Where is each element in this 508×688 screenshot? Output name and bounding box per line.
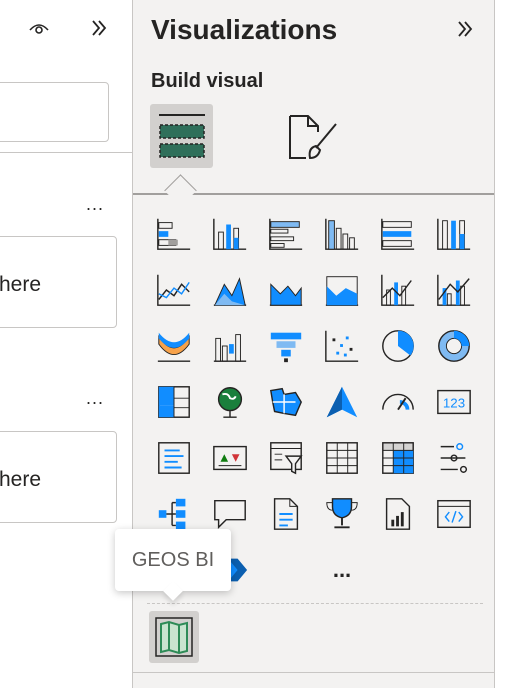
ribbon-chart-icon[interactable]	[154, 326, 194, 366]
map-icon[interactable]	[210, 382, 250, 422]
funnel-icon[interactable]	[266, 326, 306, 366]
paginated-report-icon[interactable]	[378, 494, 418, 534]
field-well-placeholder: here	[0, 273, 42, 296]
waterfall-chart-icon[interactable]	[210, 326, 250, 366]
smart-narrative-icon[interactable]	[266, 494, 306, 534]
100-stacked-bar-chart-icon[interactable]	[378, 214, 418, 254]
html-content-icon[interactable]	[434, 494, 474, 534]
multi-row-card-icon[interactable]	[154, 438, 194, 478]
pie-chart-icon[interactable]	[378, 326, 418, 366]
custom-visual-geos-bi[interactable]	[149, 611, 199, 663]
kpi-icon[interactable]	[210, 438, 250, 478]
filled-map-icon[interactable]	[266, 382, 306, 422]
custom-visuals-divider	[147, 603, 483, 604]
field-well-1[interactable]: here	[0, 236, 117, 328]
line-and-clustered-column-chart-icon[interactable]	[434, 270, 474, 310]
eye-icon[interactable]	[28, 18, 50, 38]
area-chart-icon[interactable]	[210, 270, 250, 310]
divider	[0, 152, 132, 153]
treemap-icon[interactable]	[154, 382, 194, 422]
line-and-stacked-column-chart-icon[interactable]	[378, 270, 418, 310]
qa-icon[interactable]	[210, 494, 250, 534]
table-icon[interactable]	[322, 438, 362, 478]
clustered-bar-chart-icon[interactable]	[266, 214, 306, 254]
line-chart-icon[interactable]	[154, 270, 194, 310]
tooltip-text: GEOS BI	[131, 549, 215, 571]
stacked-column-chart-icon[interactable]	[210, 214, 250, 254]
svg-text:123: 123	[443, 396, 465, 411]
filters-pane-edge[interactable]	[494, 0, 508, 688]
goals-icon[interactable]	[322, 494, 362, 534]
scatter-chart-icon[interactable]	[322, 326, 362, 366]
field-well-2[interactable]: here	[0, 431, 117, 523]
100-stacked-area-chart-icon[interactable]	[322, 270, 362, 310]
tab-build-visual[interactable]	[150, 104, 213, 168]
map-folded-icon	[155, 617, 193, 657]
fields-tab-icon	[159, 114, 205, 158]
field-well-placeholder: here	[0, 468, 42, 491]
pane-title: Visualizations	[151, 14, 338, 45]
tab-indicator	[164, 174, 197, 207]
stacked-area-chart-icon[interactable]	[266, 270, 306, 310]
decomposition-tree-line-icon[interactable]	[434, 438, 474, 478]
collapse-pane-icon[interactable]	[90, 18, 108, 38]
card-icon[interactable]: 123	[434, 382, 474, 422]
key-influencers-icon[interactable]	[154, 494, 194, 534]
donut-chart-icon[interactable]	[434, 326, 474, 366]
more-options-button[interactable]: ...	[86, 388, 104, 409]
more-visuals-button[interactable]: ...	[322, 550, 362, 590]
collapse-pane-icon[interactable]	[456, 19, 474, 39]
stacked-bar-chart-icon[interactable]	[154, 214, 194, 254]
fields-pane: ... here ... here	[0, 0, 133, 688]
divider	[133, 672, 495, 673]
azure-map-icon[interactable]	[322, 382, 362, 422]
matrix-icon[interactable]	[378, 438, 418, 478]
search-input[interactable]	[0, 82, 109, 142]
100-stacked-column-chart-icon[interactable]	[434, 214, 474, 254]
more-options-button[interactable]: ...	[86, 194, 104, 215]
gauge-icon[interactable]	[378, 382, 418, 422]
build-visual-label: Build visual	[151, 70, 264, 92]
clustered-column-chart-icon[interactable]	[322, 214, 362, 254]
format-visual-icon[interactable]	[286, 110, 342, 164]
slicer-icon[interactable]	[266, 438, 306, 478]
